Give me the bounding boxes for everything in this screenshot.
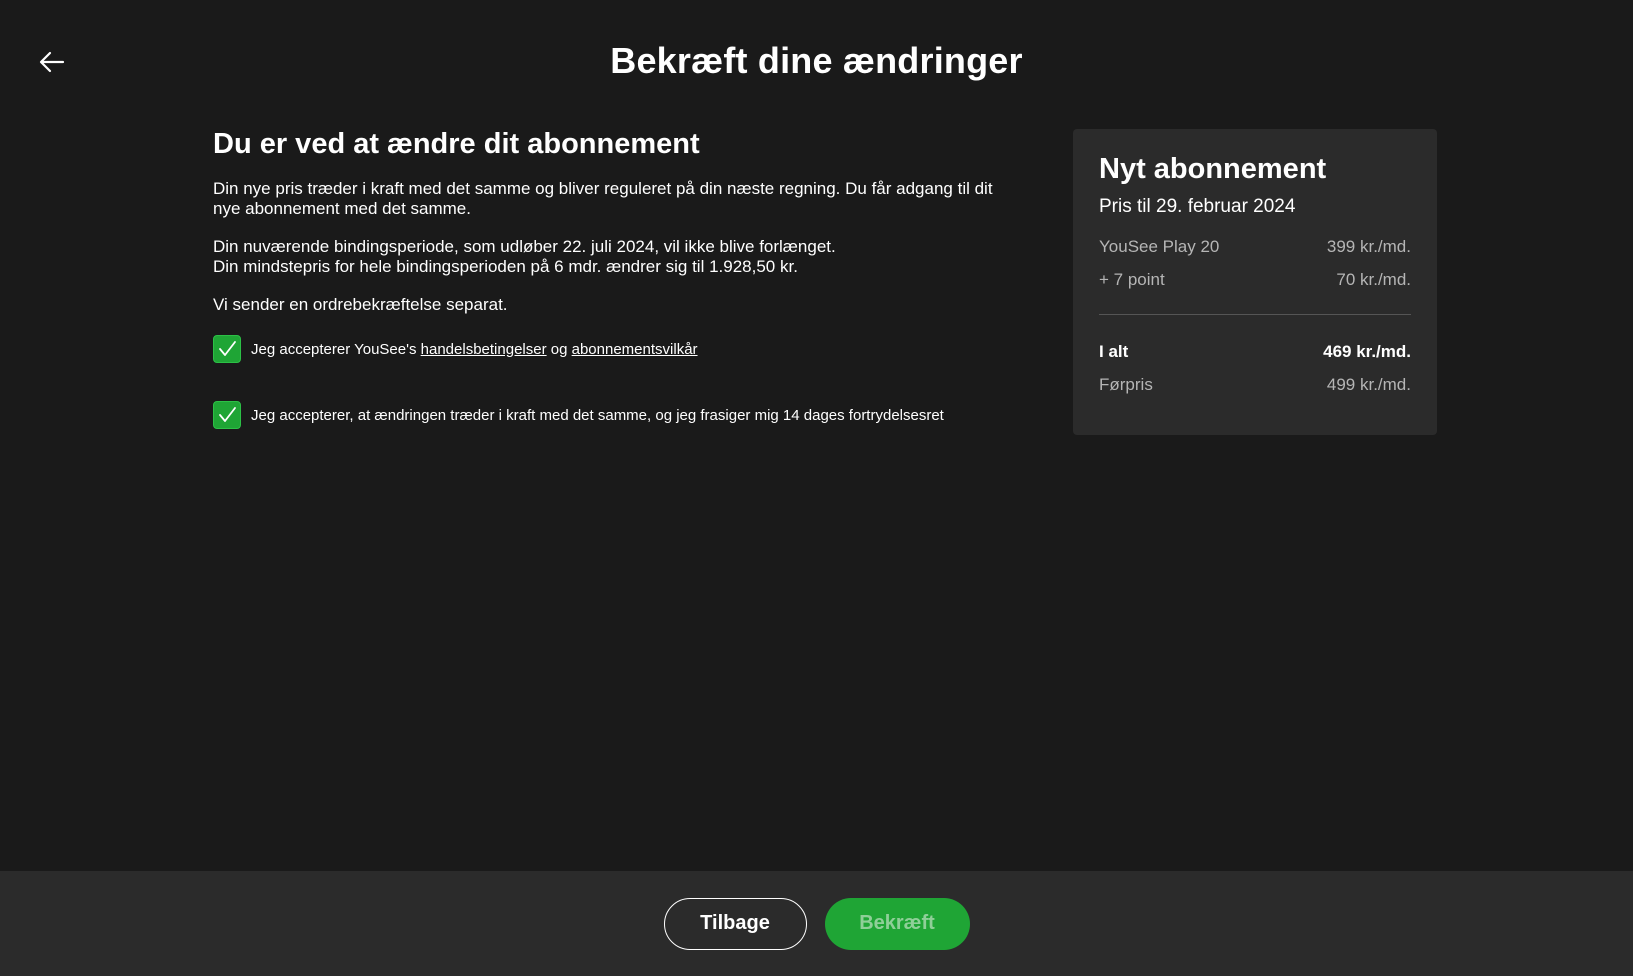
page: Bekræft dine ændringer Du er ved at ændr… — [0, 0, 1633, 976]
previous-price-label: Førpris — [1099, 374, 1153, 394]
line-item-price: 70 kr./md. — [1336, 269, 1411, 289]
line-item: + 7 point 70 kr./md. — [1099, 263, 1411, 296]
binding-period-text: Din nuværende bindingsperiode, som udløb… — [213, 237, 1013, 277]
withdrawal-text: Jeg accepterer, at ændringen træder i kr… — [251, 406, 944, 424]
subscription-summary-card: Nyt abonnement Pris til 29. februar 2024… — [1073, 129, 1437, 435]
total-price: 469 kr./md. — [1323, 341, 1411, 361]
binding-period-line: Din nuværende bindingsperiode, som udløb… — [213, 237, 836, 256]
minimum-price-line: Din mindstepris for hele bindingsperiode… — [213, 257, 798, 276]
withdrawal-checkbox[interactable] — [213, 401, 241, 429]
line-item: YouSee Play 20 399 kr./md. — [1099, 230, 1411, 263]
previous-price-row: Førpris 499 kr./md. — [1099, 368, 1411, 401]
line-item-label: + 7 point — [1099, 269, 1165, 289]
withdrawal-checkbox-row: Jeg accepterer, at ændringen træder i kr… — [213, 399, 1013, 431]
line-item-label: YouSee Play 20 — [1099, 236, 1220, 256]
section-heading: Du er ved at ændre dit abonnement — [213, 128, 700, 160]
back-button[interactable]: Tilbage — [663, 897, 807, 950]
line-item-price: 399 kr./md. — [1326, 236, 1411, 256]
terms-prefix: Jeg accepterer YouSee's — [251, 340, 421, 358]
terms-checkbox[interactable] — [213, 335, 241, 363]
card-subtitle: Pris til 29. februar 2024 — [1099, 196, 1296, 217]
price-info-text: Din nye pris træder i kraft med det samm… — [213, 179, 993, 218]
confirm-button[interactable]: Bekræft — [824, 897, 970, 950]
checkmark-icon — [219, 341, 236, 356]
terms-checkbox-row: Jeg accepterer YouSee's handelsbetingels… — [213, 333, 1013, 365]
card-title: Nyt abonnement — [1099, 153, 1327, 185]
divider — [1099, 314, 1411, 315]
footer-bar: Tilbage Bekræft — [0, 871, 1633, 976]
checkmark-icon — [219, 407, 236, 422]
terms-text: Jeg accepterer YouSee's handelsbetingels… — [251, 341, 698, 358]
handelsbetingelser-link[interactable]: handelsbetingelser — [421, 341, 547, 358]
total-row: I alt 469 kr./md. — [1099, 335, 1411, 368]
page-title: Bekræft dine ændringer — [610, 40, 1023, 81]
previous-price-value: 499 kr./md. — [1326, 374, 1411, 394]
abonnementsvilkar-link[interactable]: abonnementsvilkår — [572, 341, 698, 358]
order-confirmation-text: Vi sender en ordrebekræftelse separat. — [213, 295, 508, 314]
main-content: Du er ved at ændre dit abonnement Din ny… — [213, 128, 1013, 431]
total-label: I alt — [1099, 341, 1129, 361]
terms-middle: og — [546, 340, 572, 358]
